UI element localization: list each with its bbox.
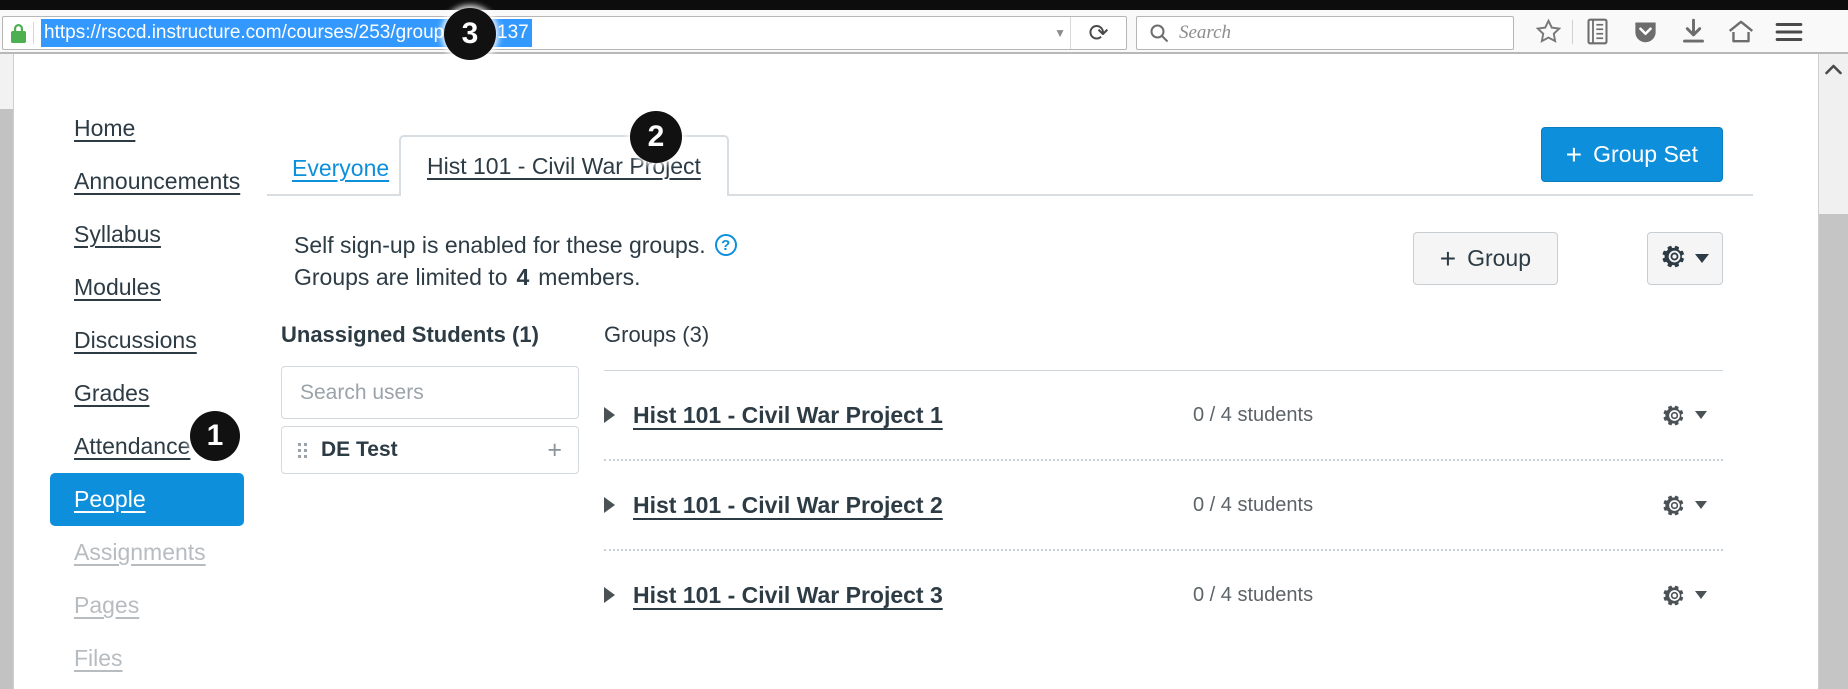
sidebar-item-label: Files bbox=[74, 645, 123, 672]
self-signup-text: Self sign-up is enabled for these groups… bbox=[294, 229, 706, 261]
scroll-up-icon[interactable] bbox=[1819, 54, 1848, 84]
annotation-badge-1: 1 bbox=[190, 411, 240, 461]
group-settings-button[interactable] bbox=[1663, 494, 1707, 517]
tab-everyone[interactable]: Everyone bbox=[292, 155, 389, 182]
sidebar-item-files[interactable]: Files bbox=[50, 632, 260, 685]
sidebar-item-announcements[interactable]: Announcements bbox=[50, 155, 260, 208]
group-settings-button[interactable] bbox=[1663, 584, 1707, 607]
sidebar-item-grades[interactable]: Grades bbox=[50, 367, 260, 420]
add-group-label: Group bbox=[1467, 245, 1531, 272]
sidebar-item-label: Attendance bbox=[74, 433, 190, 460]
window-titlebar bbox=[0, 0, 1848, 10]
self-signup-info-line: Self sign-up is enabled for these groups… bbox=[294, 229, 737, 261]
group-limit-suffix: members. bbox=[538, 261, 640, 293]
unassigned-students-title: Unassigned Students (1) bbox=[281, 322, 581, 348]
library-icon[interactable] bbox=[1573, 10, 1621, 53]
group-set-settings-button[interactable] bbox=[1647, 232, 1723, 285]
sidebar-item-label: People bbox=[74, 486, 146, 513]
group-name[interactable]: Hist 101 - Civil War Project 3 bbox=[633, 582, 1193, 609]
groups-title: Groups (3) bbox=[604, 322, 1723, 348]
plus-icon: + bbox=[1440, 245, 1456, 273]
chevron-down-icon bbox=[1695, 591, 1707, 599]
sidebar-item-people[interactable]: People bbox=[50, 473, 244, 526]
groups-panel: Groups (3) Hist 101 - Civil War Project … bbox=[604, 322, 1723, 639]
home-icon[interactable] bbox=[1717, 10, 1765, 53]
expand-triangle-icon[interactable] bbox=[604, 587, 615, 603]
browser-search-box[interactable]: Search bbox=[1136, 16, 1514, 50]
table-row[interactable]: Hist 101 - Civil War Project 2 0 / 4 stu… bbox=[604, 461, 1723, 549]
add-group-set-button[interactable]: + Group Set bbox=[1541, 127, 1723, 182]
browser-icon-group bbox=[1524, 10, 1813, 53]
group-name[interactable]: Hist 101 - Civil War Project 1 bbox=[633, 402, 1193, 429]
group-set-info: Self sign-up is enabled for these groups… bbox=[294, 229, 737, 293]
menu-icon[interactable] bbox=[1765, 10, 1813, 53]
group-settings-button[interactable] bbox=[1663, 404, 1707, 427]
sidebar-item-home[interactable]: Home bbox=[50, 102, 260, 155]
scrollbar-thumb[interactable] bbox=[1819, 214, 1848, 689]
sidebar-item-label: Assignments bbox=[74, 539, 206, 566]
content-right-margin bbox=[1786, 54, 1817, 689]
search-placeholder: Search bbox=[1179, 22, 1231, 44]
search-icon bbox=[1149, 23, 1169, 43]
course-navigation: Home Announcements Syllabus Modules Disc… bbox=[50, 102, 260, 685]
chevron-down-icon bbox=[1695, 254, 1709, 263]
pocket-icon[interactable] bbox=[1621, 10, 1669, 53]
search-users-input[interactable]: Search users bbox=[281, 366, 579, 419]
expand-triangle-icon[interactable] bbox=[604, 497, 615, 513]
sidebar-item-label: Home bbox=[74, 115, 135, 142]
group-limit-number: 4 bbox=[516, 261, 529, 293]
add-group-button[interactable]: + Group bbox=[1413, 232, 1558, 285]
add-student-icon[interactable]: + bbox=[547, 438, 562, 463]
canvas-page-content: Home Announcements Syllabus Modules Disc… bbox=[14, 54, 1786, 689]
sidebar-item-label: Discussions bbox=[74, 327, 197, 354]
sidebar-item-label: Pages bbox=[74, 592, 139, 619]
annotation-badge-3: 3 bbox=[444, 8, 496, 60]
chevron-down-icon bbox=[1695, 411, 1707, 419]
page-viewport: Home Announcements Syllabus Modules Disc… bbox=[0, 54, 1848, 689]
search-users-placeholder: Search users bbox=[300, 381, 424, 405]
chevron-down-icon[interactable]: ▼ bbox=[1054, 17, 1066, 49]
annotation-badge-2: 2 bbox=[630, 111, 682, 163]
group-limit-prefix: Groups are limited to bbox=[294, 261, 507, 293]
group-student-count: 0 / 4 students bbox=[1193, 584, 1663, 607]
sidebar-item-label: Grades bbox=[74, 380, 149, 407]
reload-icon[interactable]: ⟳ bbox=[1070, 17, 1126, 49]
add-group-set-label: Group Set bbox=[1593, 141, 1698, 168]
sidebar-item-label: Modules bbox=[74, 274, 161, 301]
page-scrollbar[interactable] bbox=[1818, 54, 1848, 689]
sidebar-item-syllabus[interactable]: Syllabus bbox=[50, 208, 260, 261]
sidebar-item-modules[interactable]: Modules bbox=[50, 261, 260, 314]
chevron-down-icon bbox=[1695, 501, 1707, 509]
group-student-count: 0 / 4 students bbox=[1193, 404, 1663, 427]
address-bar[interactable]: https://rsccd.instructure.com/courses/25… bbox=[2, 16, 1127, 50]
student-name: DE Test bbox=[321, 438, 547, 462]
drag-handle-icon[interactable] bbox=[298, 443, 307, 458]
group-set-tabs: Everyone Hist 101 - Civil War Project bbox=[267, 144, 1753, 196]
url-divider bbox=[33, 22, 34, 44]
group-student-count: 0 / 4 students bbox=[1193, 494, 1663, 517]
help-circle-icon[interactable]: ? bbox=[715, 234, 737, 256]
expand-triangle-icon[interactable] bbox=[604, 407, 615, 423]
sidebar-item-discussions[interactable]: Discussions bbox=[50, 314, 260, 367]
sidebar-item-assignments[interactable]: Assignments bbox=[50, 526, 260, 579]
table-row[interactable]: Hist 101 - Civil War Project 1 0 / 4 stu… bbox=[604, 371, 1723, 459]
group-name[interactable]: Hist 101 - Civil War Project 2 bbox=[633, 492, 1193, 519]
sidebar-item-label: Syllabus bbox=[74, 221, 161, 248]
downloads-icon[interactable] bbox=[1669, 10, 1717, 53]
sidebar-item-pages[interactable]: Pages bbox=[50, 579, 260, 632]
lock-icon bbox=[3, 22, 33, 44]
screenshot-root: https://rsccd.instructure.com/courses/25… bbox=[0, 0, 1848, 689]
sidebar-item-label: Announcements bbox=[74, 168, 240, 195]
bookmark-star-icon[interactable] bbox=[1524, 10, 1572, 53]
table-row[interactable]: Hist 101 - Civil War Project 3 0 / 4 stu… bbox=[604, 551, 1723, 639]
plus-icon: + bbox=[1566, 141, 1582, 169]
unassigned-students-panel: Unassigned Students (1) Search users DE … bbox=[281, 322, 581, 474]
group-limit-info-line: Groups are limited to 4 members. bbox=[294, 261, 737, 293]
left-rail-scroll-strip bbox=[0, 109, 13, 689]
list-item[interactable]: DE Test + bbox=[281, 426, 579, 474]
gear-icon bbox=[1662, 244, 1687, 274]
